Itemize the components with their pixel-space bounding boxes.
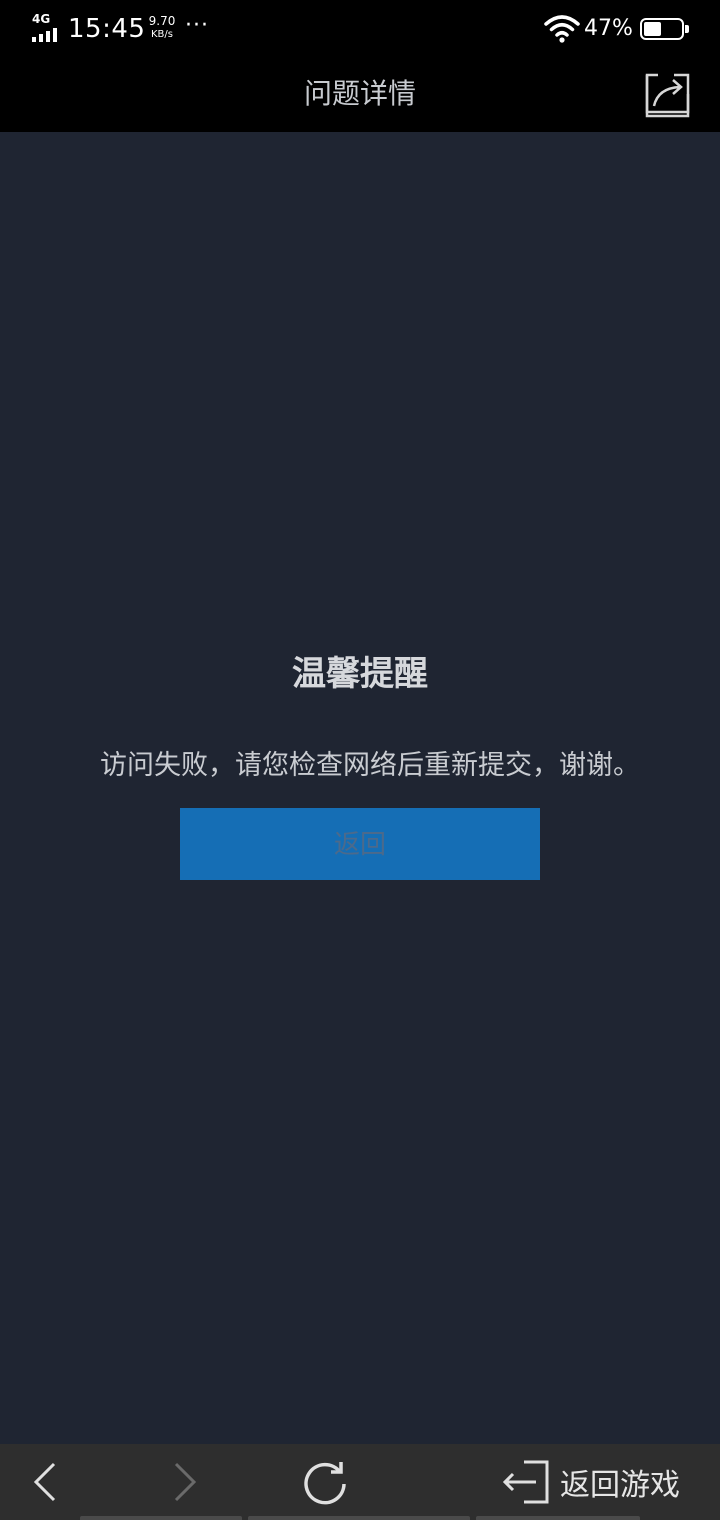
refresh-icon[interactable] (300, 1458, 350, 1508)
wifi-icon (544, 15, 580, 43)
content-area: 温馨提醒 访问失败，请您检查网络后重新提交，谢谢。 返回 (0, 132, 720, 1444)
battery-percent: 47% (584, 16, 633, 41)
chevron-right-icon[interactable] (166, 1460, 202, 1504)
battery-icon (640, 18, 689, 40)
exit-icon (502, 1460, 549, 1504)
network-speed: 9.70 KB/s (144, 15, 180, 41)
page-title: 问题详情 (303, 77, 416, 110)
network-type: 4G (32, 12, 51, 26)
return-game-button[interactable]: 返回游戏 (500, 1456, 700, 1508)
status-right: 47% (520, 12, 720, 46)
more-notifications-icon: ··· (185, 13, 209, 38)
battery-fill (644, 22, 661, 36)
title-bar: 问题详情 (0, 56, 720, 132)
network-speed-value: 9.70 (148, 14, 176, 28)
status-bar: 4G 15:45 9.70 KB/s ··· 47% (0, 0, 720, 56)
return-game-label: 返回游戏 (560, 1468, 680, 1503)
network-speed-unit: KB/s (151, 29, 173, 40)
share-icon[interactable] (644, 72, 690, 118)
bottom-nav: 返回游戏 (0, 1444, 720, 1520)
signal-icon (32, 28, 57, 42)
clock: 15:45 (68, 14, 146, 44)
bottom-tab-indicators (0, 1516, 720, 1520)
chevron-left-icon[interactable] (28, 1460, 64, 1504)
return-button[interactable]: 返回 (180, 808, 540, 880)
notice-title: 温馨提醒 (292, 654, 428, 694)
notice-message: 访问失败，请您检查网络后重新提交，谢谢。 (100, 750, 640, 781)
